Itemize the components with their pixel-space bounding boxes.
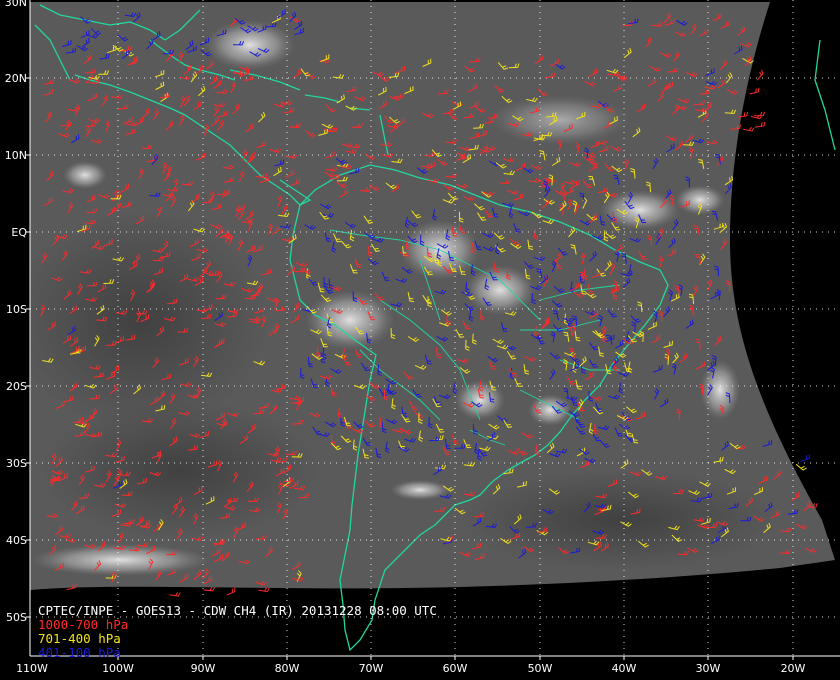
lon-label-70w: 70W — [359, 662, 384, 675]
lat-label-50s: 50S — [6, 611, 27, 624]
lon-label-100w: 100W — [102, 662, 134, 675]
lon-label-50w: 50W — [528, 662, 553, 675]
lon-label-20w: 20W — [781, 662, 806, 675]
wind-barb — [800, 454, 810, 462]
lat-label-20n: 20N — [5, 72, 27, 85]
lon-label-80w: 80W — [275, 662, 300, 675]
wind-barb — [203, 586, 215, 592]
legend-low-level: 1000-700 hPa — [38, 617, 129, 632]
longitude-labels: 110W 100W 90W 80W 70W 60W 50W 40W 30W 20… — [16, 662, 805, 675]
product-caption: CPTEC/INPE - GOES13 - CDW CH4 (IR) 20131… — [38, 603, 437, 618]
wind-barb — [755, 121, 766, 128]
lon-label-90w: 90W — [191, 662, 216, 675]
wind-barb — [749, 87, 760, 95]
satellite-image — [30, 2, 835, 590]
lat-label-40s: 40S — [6, 534, 27, 547]
legend-high-level: 401-100 hPa — [38, 645, 121, 660]
lon-label-30w: 30W — [696, 662, 721, 675]
wind-barb — [756, 69, 764, 81]
lon-label-40w: 40W — [612, 662, 637, 675]
lat-label-10s: 10S — [6, 303, 27, 316]
lat-label-30s: 30S — [6, 457, 27, 470]
lon-label-60w: 60W — [443, 662, 468, 675]
lat-label-10n: 10N — [5, 149, 27, 162]
africa-coast — [814, 39, 836, 151]
latitude-labels: 30N 20N 10N EQ 10S 20S 30S 40S 50S — [5, 0, 28, 624]
lat-label-eq: EQ — [11, 226, 27, 239]
wind-barb — [743, 126, 755, 132]
wind-barb — [169, 591, 181, 597]
lat-label-30n: 30N — [5, 0, 27, 9]
satellite-wind-map: 30N 20N 10N EQ 10S 20S 30S 40S 50S 110W … — [5, 0, 840, 675]
lat-label-20s: 20S — [6, 380, 27, 393]
wind-barb — [226, 587, 236, 596]
legend-mid-level: 701-400 hPa — [38, 631, 121, 646]
wind-barb — [795, 463, 807, 471]
lon-label-110w: 110W — [16, 662, 48, 675]
wind-barb — [258, 587, 270, 593]
